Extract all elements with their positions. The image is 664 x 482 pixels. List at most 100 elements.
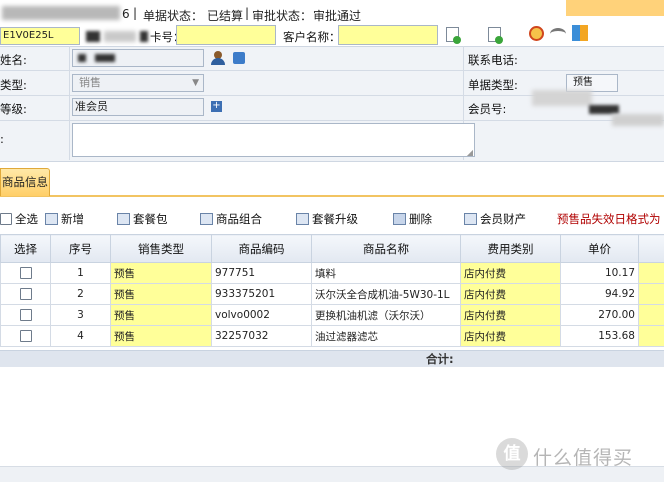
table-header: 选择 序号 销售类型 商品编码 商品名称 费用类别 单价 [1, 235, 664, 263]
user-icon[interactable] [211, 51, 225, 65]
row-code: 977751 [212, 263, 312, 284]
row-checkbox[interactable] [1, 326, 51, 347]
member-no-label: 会员号: [468, 101, 506, 117]
col-sale-type[interactable]: 销售类型 [111, 235, 212, 263]
row-name: 沃尔沃全合成机油-5W30-1L [312, 284, 461, 305]
redacted-block [86, 31, 100, 42]
tab-product-info[interactable]: 商品信息 [0, 168, 50, 196]
row-extra[interactable] [639, 284, 664, 305]
row-price: 94.92 [561, 284, 639, 305]
member-assets-icon [464, 213, 477, 225]
bill-no-value: E1V0E25L [3, 30, 54, 41]
row-extra[interactable] [639, 305, 664, 326]
select-all-checkbox[interactable]: 全选 [0, 211, 38, 227]
sales-type-value: 销售 [79, 76, 101, 89]
approval-status-value: 审批通过 [313, 7, 361, 24]
checkbox-icon [20, 309, 32, 321]
package-upgrade-label: 套餐升级 [312, 211, 358, 227]
name-input[interactable] [72, 49, 204, 67]
checkbox-icon [20, 330, 32, 342]
delete-label: 删除 [409, 211, 432, 227]
total-label: 合计: [426, 351, 454, 367]
table-row[interactable]: 2 预售 933375201 沃尔沃全合成机油-5W30-1L 店内付费 94.… [1, 284, 664, 305]
combo-label: 商品组合 [216, 211, 262, 227]
name-label: 姓名: [0, 52, 27, 68]
status-separator: | [133, 6, 137, 20]
form-divider-v [69, 46, 70, 160]
upgrade-icon [296, 213, 309, 225]
package-button[interactable]: 套餐包 [117, 211, 168, 227]
table-row[interactable]: 4 预售 32257032 油过滤器滤芯 店内付费 153.68 [1, 326, 664, 347]
status-tail-digit: 6 [122, 7, 130, 21]
row-extra[interactable] [639, 326, 664, 347]
delete-button[interactable]: 删除 [393, 211, 432, 227]
row-checkbox[interactable] [1, 284, 51, 305]
status-separator-2: | [245, 6, 249, 20]
bill-status-label: 单据状态： [143, 7, 203, 24]
member-level-input[interactable]: 准会员 [72, 98, 204, 116]
bill-no-field[interactable]: E1V0E25L [0, 27, 80, 45]
color-blocks-icon[interactable] [572, 25, 588, 41]
plus-icon[interactable]: + [211, 101, 222, 112]
redacted-right-3 [612, 114, 664, 126]
col-name[interactable]: 商品名称 [312, 235, 461, 263]
checkbox-icon [20, 288, 32, 300]
new-document-icon[interactable] [488, 27, 501, 42]
table-row[interactable]: 1 预售 977751 填料 店内付费 10.17 [1, 263, 664, 284]
row-name: 填料 [312, 263, 461, 284]
row-seq: 4 [51, 326, 111, 347]
add-label: 新增 [61, 211, 84, 227]
refresh-icon[interactable] [233, 52, 245, 64]
row-sale-type[interactable]: 预售 [111, 263, 212, 284]
row-sale-type[interactable]: 预售 [111, 326, 212, 347]
col-extra [639, 235, 664, 263]
wifi-icon[interactable] [550, 28, 566, 40]
row-fee[interactable]: 店内付费 [461, 263, 561, 284]
row-checkbox[interactable] [1, 263, 51, 284]
row-fee[interactable]: 店内付费 [461, 284, 561, 305]
bill-status-value: 已结算 [207, 7, 243, 24]
watermark-text: 什么值得买 [533, 443, 633, 470]
package-label: 套餐包 [133, 211, 168, 227]
row-checkbox[interactable] [1, 305, 51, 326]
redacted-right-2 [589, 105, 619, 114]
col-seq[interactable]: 序号 [51, 235, 111, 263]
sales-type-select[interactable]: 销售▼ [72, 74, 204, 92]
tab-label: 商品信息 [2, 175, 48, 189]
package-upgrade-button[interactable]: 套餐升级 [296, 211, 358, 227]
watermark-logo-icon: 值 [496, 438, 528, 470]
customer-name-input[interactable] [338, 25, 438, 45]
redacted-block-3 [140, 31, 148, 42]
col-code[interactable]: 商品编码 [212, 235, 312, 263]
member-assets-button[interactable]: 会员财产 [464, 211, 526, 227]
alarm-clock-icon[interactable] [529, 26, 544, 41]
combo-icon [200, 213, 213, 225]
col-price[interactable]: 单价 [561, 235, 639, 263]
row-extra[interactable] [639, 263, 664, 284]
redacted-bill-no-prefix [2, 6, 120, 20]
col-fee[interactable]: 费用类别 [461, 235, 561, 263]
add-button[interactable]: 新增 [45, 211, 84, 227]
row-name: 更换机油机滤（沃尔沃） [312, 305, 461, 326]
row-code: 933375201 [212, 284, 312, 305]
row-code: volvo0002 [212, 305, 312, 326]
col-select[interactable]: 选择 [1, 235, 51, 263]
add-icon [45, 213, 58, 225]
card-no-input[interactable] [176, 25, 276, 45]
row-sale-type[interactable]: 预售 [111, 305, 212, 326]
add-document-icon[interactable] [446, 27, 459, 42]
table-row[interactable]: 3 预售 volvo0002 更换机油机滤（沃尔沃） 店内付费 270.00 [1, 305, 664, 326]
row-fee[interactable]: 店内付费 [461, 326, 561, 347]
redacted-name [78, 54, 86, 62]
combo-button[interactable]: 商品组合 [200, 211, 262, 227]
form-row-line-1 [0, 70, 664, 71]
row-code: 32257032 [212, 326, 312, 347]
checkbox-icon [20, 267, 32, 279]
row-sale-type[interactable]: 预售 [111, 284, 212, 305]
redacted-right-1 [532, 90, 592, 106]
remark-textarea[interactable]: ◢ [72, 123, 475, 157]
watermark-logo-char: 值 [504, 444, 521, 464]
row-name: 油过滤器滤芯 [312, 326, 461, 347]
form-row-line-3 [0, 120, 664, 121]
row-fee[interactable]: 店内付费 [461, 305, 561, 326]
